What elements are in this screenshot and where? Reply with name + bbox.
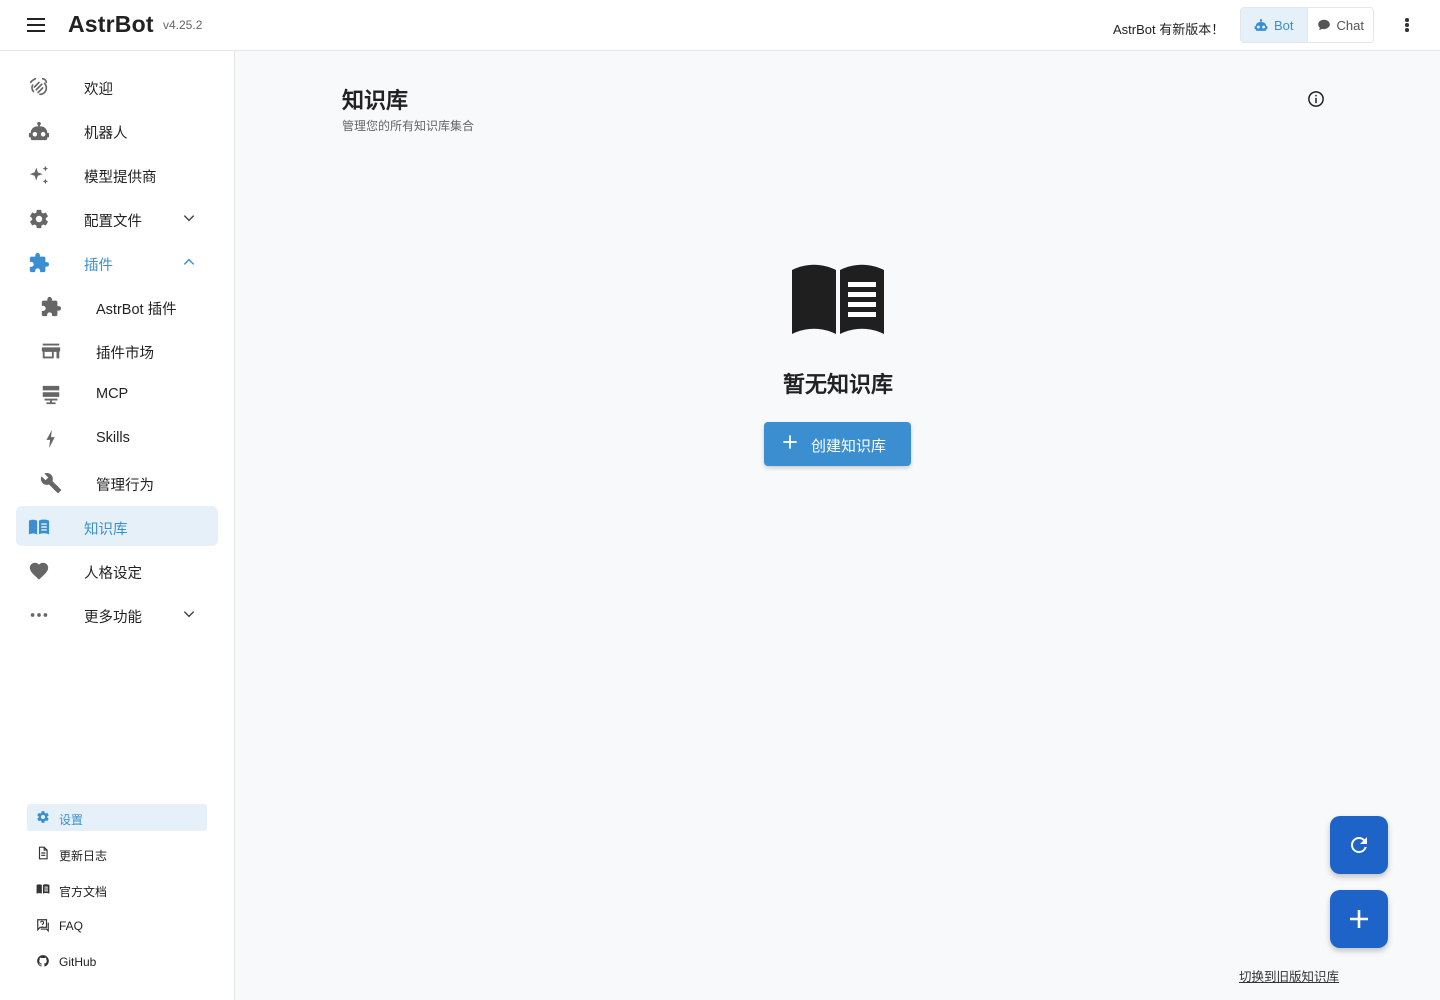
refresh-fab-button[interactable] [1330,816,1388,874]
sidebar-item-model-provider[interactable]: 模型提供商 [16,154,218,194]
sidebar-item-label: 知识库 [84,522,128,538]
hand-wave-icon [29,77,48,96]
footer-link-label: FAQ [59,919,84,933]
create-button-label: 创建知识库 [811,438,887,455]
app-version: v4.25.2 [163,18,203,32]
mode-chat-label: Chat [1336,17,1364,33]
empty-state-text: 暂无知识库 [782,372,893,397]
store-icon [41,343,61,359]
footer-link-label: 更新日志 [59,849,108,863]
sidebar-item-persona[interactable]: 人格设定 [16,550,218,590]
faq-icon [37,919,49,932]
sidebar-item-label: 欢迎 [84,82,113,98]
page-subtitle: 管理您的所有知识库集合 [342,119,475,133]
chevron-down-icon [183,611,195,618]
update-notice[interactable]: AstrBot 有新版本！ [1113,19,1224,38]
sidebar-item-label: 模型提供商 [84,170,157,186]
sidebar-item-config[interactable]: 配置文件 [16,198,218,238]
footer-link-faq[interactable]: FAQ [27,912,207,939]
plus-icon [1350,910,1368,928]
add-fab-button[interactable] [1330,890,1388,948]
sidebar-item-mcp[interactable]: MCP [16,374,218,414]
footer-link-changelog[interactable]: 更新日志 [27,840,207,867]
more-vertical-icon[interactable] [1398,15,1416,35]
chat-icon [1317,19,1330,31]
robot-icon [28,121,50,141]
github-icon [37,955,49,967]
footer-link-settings[interactable]: 设置 [27,804,207,831]
sidebar: 欢迎 机器人 模型提供商 配置文件 插件 AstrBot 插件 插件市场 MCP… [0,51,235,1000]
sidebar-item-knowledge-base[interactable]: 知识库 [16,506,218,546]
lightning-icon [46,429,55,449]
server-icon [42,385,60,405]
chevron-down-icon [183,215,195,222]
document-icon [38,846,48,860]
sidebar-item-label: 配置文件 [84,214,142,230]
sidebar-item-label: MCP [96,386,129,402]
wrench-icon [40,473,62,494]
footer-link-label: 设置 [59,813,84,827]
mode-bot-label: Bot [1273,17,1294,33]
footer-link-docs[interactable]: 官方文档 [27,876,207,903]
book-icon [36,884,50,894]
sidebar-item-astrbot-plugins[interactable]: AstrBot 插件 [16,286,218,326]
sidebar-item-manage-behavior[interactable]: 管理行为 [16,462,218,502]
top-bar: AstrBot v4.25.2 AstrBot 有新版本！ Bot Chat [0,0,1440,51]
info-icon[interactable] [1307,90,1325,108]
sparkle-icon [29,165,49,185]
sidebar-item-label: 插件市场 [96,346,154,362]
plus-icon [783,435,797,449]
sidebar-item-label: 插件 [84,258,113,274]
sidebar-item-label: 机器人 [84,126,128,142]
book-open-icon [792,264,884,334]
sidebar-item-plugin-market[interactable]: 插件市场 [16,330,218,370]
sidebar-item-robot[interactable]: 机器人 [16,110,218,150]
sidebar-item-label: AstrBot 插件 [96,302,177,318]
heart-icon [29,562,49,580]
sidebar-item-welcome[interactable]: 欢迎 [16,66,218,106]
puzzle-icon [41,296,62,317]
gear-icon [37,811,49,823]
sidebar-item-label: 管理行为 [96,478,154,494]
sidebar-item-label: 人格设定 [84,566,142,582]
app-brand[interactable]: AstrBot [68,11,154,38]
sidebar-item-label: 更多功能 [84,610,142,626]
switch-old-knowledge-base-link[interactable]: 切换到旧版知识库 [1239,966,1339,985]
mode-toggle: Bot Chat [1240,7,1374,43]
mode-bot-button[interactable]: Bot [1241,8,1307,42]
sidebar-item-label: Skills [96,430,130,446]
menu-icon[interactable] [26,17,48,35]
dots-icon [30,613,48,617]
gear-icon [30,209,48,229]
footer-link-github[interactable]: GitHub [27,948,207,975]
refresh-icon [1351,837,1367,853]
sidebar-item-plugins[interactable]: 插件 [16,242,218,282]
mode-chat-button[interactable]: Chat [1306,8,1373,42]
create-knowledge-base-button[interactable]: 创建知识库 [764,422,911,466]
page-title: 知识库 [342,88,409,113]
sidebar-item-more[interactable]: 更多功能 [16,594,218,634]
footer-link-label: 官方文档 [59,885,108,899]
puzzle-icon [29,252,50,273]
sidebar-item-skills[interactable]: Skills [16,418,218,458]
footer-link-label: GitHub [59,955,97,969]
robot-icon [1254,19,1268,31]
book-icon [28,519,50,535]
chevron-up-icon [183,258,195,265]
